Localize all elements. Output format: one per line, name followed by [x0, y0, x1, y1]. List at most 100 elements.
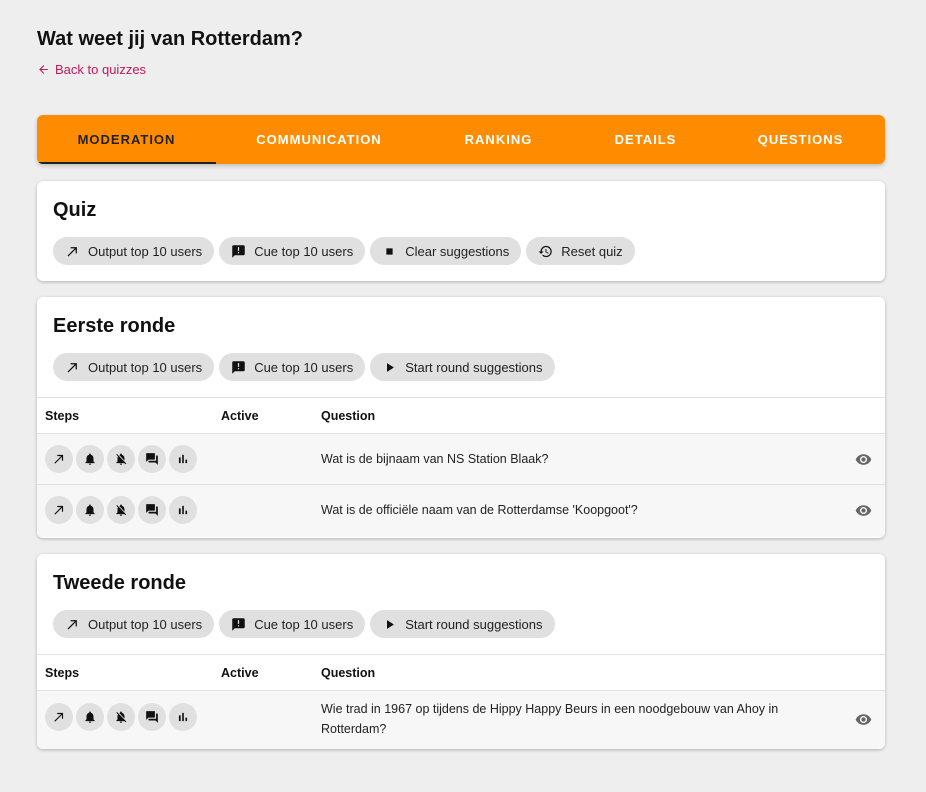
- bar-chart-icon: [176, 710, 190, 724]
- back-link-label: Back to quizzes: [55, 62, 147, 77]
- bell-off-icon: [114, 452, 128, 466]
- tab-communication[interactable]: COMMUNICATION: [216, 115, 422, 164]
- output-step-button[interactable]: [45, 496, 73, 524]
- answers-step-button[interactable]: [138, 703, 166, 731]
- bell-off-icon: [114, 503, 128, 517]
- forum-icon: [145, 710, 159, 724]
- chip-label: Output top 10 users: [88, 616, 203, 632]
- results-step-button[interactable]: [169, 496, 197, 524]
- header-steps: Steps: [45, 665, 80, 680]
- chip-label: Cue top 10 users: [254, 243, 354, 259]
- quiz-card-title: Quiz: [53, 199, 97, 221]
- question-text: Wat is de officiële naam van de Rotterda…: [321, 503, 638, 517]
- bell-icon: [83, 710, 97, 724]
- output-top-10-button[interactable]: Output top 10 users: [53, 353, 215, 381]
- cue-top-10-button[interactable]: Cue top 10 users: [219, 610, 366, 638]
- play-icon: [382, 360, 397, 375]
- output-top-10-button[interactable]: Output top 10 users: [53, 237, 215, 265]
- notify-step-button[interactable]: [76, 496, 104, 524]
- notify-step-button[interactable]: [76, 445, 104, 473]
- header-question: Question: [321, 665, 376, 680]
- chip-label: Clear suggestions: [405, 243, 510, 259]
- announcement-icon: [231, 617, 246, 632]
- questions-table: Steps Active Question Wat is de bijnaam …: [37, 397, 885, 537]
- tab-ranking[interactable]: RANKING: [422, 115, 575, 164]
- step-buttons: [45, 496, 197, 524]
- table-header: Steps Active Question: [37, 397, 885, 434]
- table-row: Wat is de officiële naam van de Rotterda…: [37, 485, 885, 537]
- back-to-quizzes-link[interactable]: Back to quizzes: [37, 62, 146, 77]
- arrow-up-right-icon: [65, 244, 80, 259]
- announcement-icon: [231, 360, 246, 375]
- bar-chart-icon: [176, 503, 190, 517]
- chip-label: Output top 10 users: [88, 359, 203, 375]
- start-round-suggestions-button[interactable]: Start round suggestions: [370, 353, 555, 381]
- bar-chart-icon: [176, 452, 190, 466]
- answers-step-button[interactable]: [138, 445, 166, 473]
- round-card-1: Eerste ronde Output top 10 users Cue top…: [37, 297, 885, 538]
- notify-step-button[interactable]: [76, 703, 104, 731]
- output-top-10-button[interactable]: Output top 10 users: [53, 610, 215, 638]
- cue-top-10-button[interactable]: Cue top 10 users: [219, 237, 366, 265]
- step-buttons: [45, 703, 197, 731]
- quiz-card: Quiz Output top 10 users Cue top 10 user…: [37, 181, 885, 281]
- preview-button[interactable]: [855, 502, 872, 519]
- arrow-up-right-icon: [65, 360, 80, 375]
- eye-icon: [855, 451, 872, 468]
- mute-step-button[interactable]: [107, 445, 135, 473]
- header-active: Active: [221, 408, 259, 423]
- bell-off-icon: [114, 710, 128, 724]
- preview-button[interactable]: [855, 711, 872, 728]
- quiz-actions: Output top 10 users Cue top 10 users Cle…: [53, 237, 635, 265]
- output-step-button[interactable]: [45, 703, 73, 731]
- stop-icon: [382, 244, 397, 259]
- arrow-up-right-icon: [52, 710, 66, 724]
- question-text: Wat is de bijnaam van NS Station Blaak?: [321, 452, 549, 466]
- start-round-suggestions-button[interactable]: Start round suggestions: [370, 610, 555, 638]
- results-step-button[interactable]: [169, 445, 197, 473]
- round-card-2: Tweede ronde Output top 10 users Cue top…: [37, 554, 885, 749]
- round-title: Eerste ronde: [53, 315, 176, 337]
- tab-questions[interactable]: QUESTIONS: [716, 115, 885, 164]
- bell-icon: [83, 503, 97, 517]
- question-text: Wie trad in 1967 op tijdens de Hippy Hap…: [321, 702, 779, 736]
- history-icon: [538, 244, 553, 259]
- preview-button[interactable]: [855, 451, 872, 468]
- bell-icon: [83, 452, 97, 466]
- output-step-button[interactable]: [45, 445, 73, 473]
- tab-details[interactable]: DETAILS: [575, 115, 716, 164]
- forum-icon: [145, 503, 159, 517]
- header-steps: Steps: [45, 408, 80, 423]
- arrow-up-right-icon: [52, 503, 66, 517]
- chip-label: Start round suggestions: [405, 616, 543, 632]
- chip-label: Start round suggestions: [405, 359, 543, 375]
- arrow-left-icon: [37, 63, 50, 76]
- reset-quiz-button[interactable]: Reset quiz: [526, 237, 635, 265]
- results-step-button[interactable]: [169, 703, 197, 731]
- cue-top-10-button[interactable]: Cue top 10 users: [219, 353, 366, 381]
- forum-icon: [145, 452, 159, 466]
- play-icon: [382, 617, 397, 632]
- chip-label: Reset quiz: [561, 243, 623, 259]
- chip-label: Cue top 10 users: [254, 359, 354, 375]
- round-title: Tweede ronde: [53, 572, 186, 594]
- tab-moderation[interactable]: MODERATION: [37, 115, 216, 164]
- chip-label: Output top 10 users: [88, 243, 203, 259]
- answers-step-button[interactable]: [138, 496, 166, 524]
- arrow-up-right-icon: [52, 452, 66, 466]
- announcement-icon: [231, 244, 246, 259]
- clear-suggestions-button[interactable]: Clear suggestions: [370, 237, 522, 265]
- mute-step-button[interactable]: [107, 496, 135, 524]
- round-actions: Output top 10 users Cue top 10 users Sta…: [53, 353, 555, 381]
- round-actions: Output top 10 users Cue top 10 users Sta…: [53, 610, 555, 638]
- chip-label: Cue top 10 users: [254, 616, 354, 632]
- table-row: Wat is de bijnaam van NS Station Blaak?: [37, 434, 885, 485]
- questions-table: Steps Active Question Wie trad in 1967 o…: [37, 654, 885, 749]
- tab-bar: MODERATION COMMUNICATION RANKING DETAILS…: [37, 115, 885, 164]
- table-header: Steps Active Question: [37, 654, 885, 691]
- step-buttons: [45, 445, 197, 473]
- mute-step-button[interactable]: [107, 703, 135, 731]
- arrow-up-right-icon: [65, 617, 80, 632]
- header-active: Active: [221, 665, 259, 680]
- table-row: Wie trad in 1967 op tijdens de Hippy Hap…: [37, 691, 885, 749]
